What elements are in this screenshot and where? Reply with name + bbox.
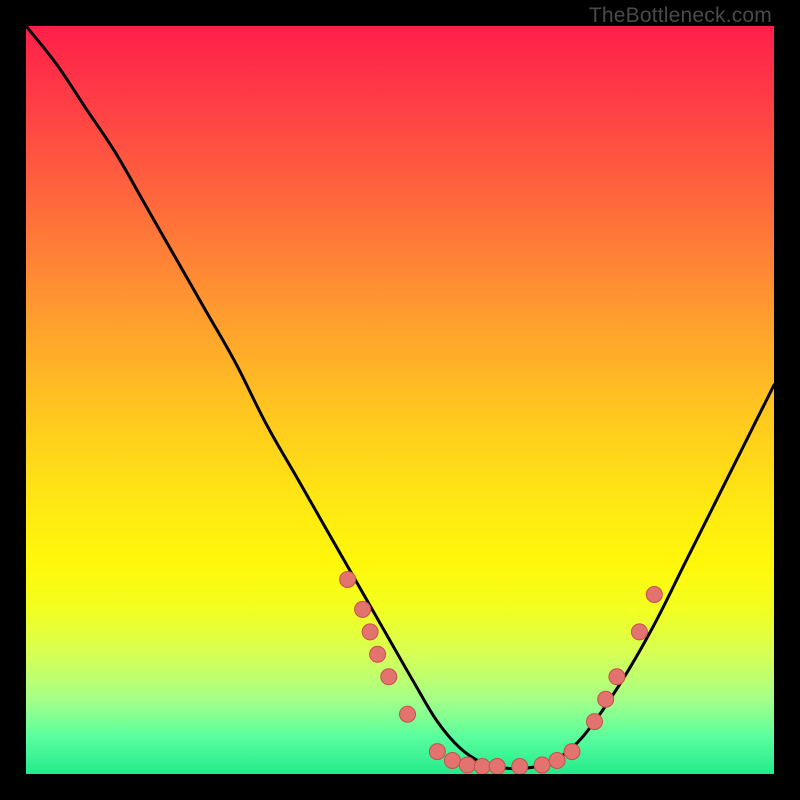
curve-marker [534,757,550,773]
curve-marker [362,624,378,640]
curve-marker [474,759,490,775]
curve-marker [631,624,647,640]
curve-marker [489,759,505,775]
curve-svg [26,26,774,774]
curve-marker [370,646,386,662]
curve-marker [459,757,475,773]
watermark-text: TheBottleneck.com [589,4,772,28]
curve-marker [512,759,528,775]
curve-marker [587,714,603,730]
curve-markers [340,572,663,775]
curve-marker [355,601,371,617]
curve-marker [444,753,460,769]
curve-marker [646,587,662,603]
curve-marker [564,744,580,760]
curve-marker [598,691,614,707]
curve-marker [381,669,397,685]
curve-marker [340,572,356,588]
curve-marker [609,669,625,685]
chart-frame: TheBottleneck.com [0,0,800,800]
bottleneck-curve [26,26,774,769]
curve-marker [400,706,416,722]
plot-area [26,26,774,774]
curve-marker [549,753,565,769]
curve-marker [429,744,445,760]
